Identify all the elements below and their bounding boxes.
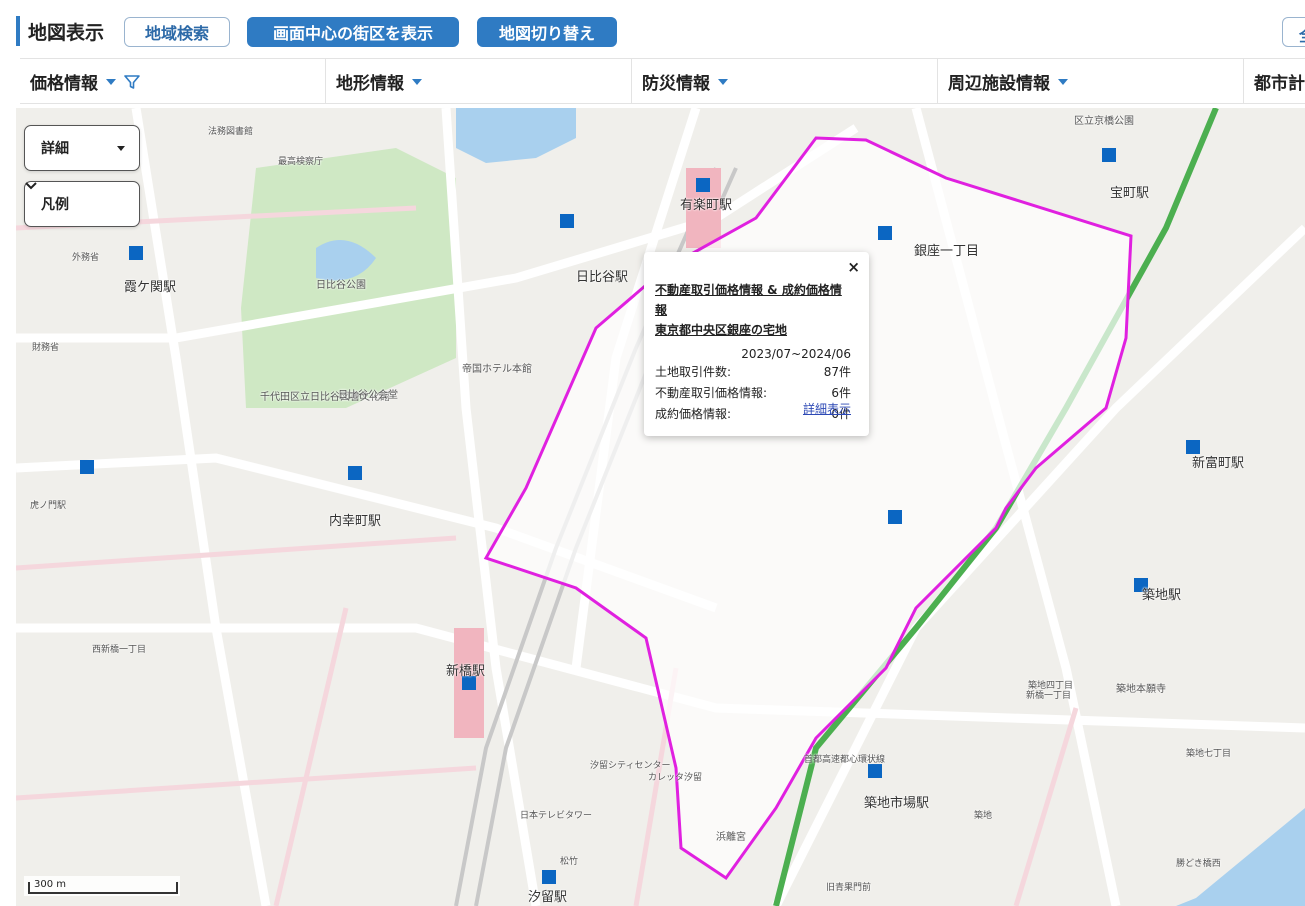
area-label: 区立京橋公園 xyxy=(1074,116,1134,127)
close-icon[interactable]: × xyxy=(847,258,860,276)
row-value: 87件 xyxy=(823,365,851,379)
title-bar: 地図表示 地域検索 画面中心の街区を表示 地図切り替え 全 xyxy=(0,0,1305,58)
place-label: 外務省 xyxy=(72,253,100,263)
station-marker-icon[interactable] xyxy=(560,214,574,228)
filter-icon[interactable] xyxy=(124,74,140,90)
tab-label: 価格情報 xyxy=(30,74,98,94)
place-label: 築地四丁目 xyxy=(1028,681,1074,691)
map-scale: 300 m xyxy=(24,876,180,896)
scale-label: 300 m xyxy=(34,879,67,890)
tab-label: 周辺施設情報 xyxy=(948,74,1050,94)
tab-label: 防災情報 xyxy=(642,74,710,94)
page-title: 地図表示 xyxy=(28,22,105,44)
detail-select[interactable]: 詳細 xyxy=(24,125,140,171)
legend-select-label: 凡例 xyxy=(41,197,69,213)
station-marker-icon[interactable] xyxy=(542,870,556,884)
station-marker-icon[interactable] xyxy=(1102,148,1116,162)
caret-down-icon xyxy=(412,78,422,85)
caret-down-icon xyxy=(718,78,728,85)
station-marker-icon[interactable] xyxy=(348,466,362,480)
tab-terrain-info[interactable]: 地形情報 xyxy=(326,59,632,104)
caret-down-icon xyxy=(117,145,125,151)
area-label: 日比谷公会堂 xyxy=(338,390,398,401)
station-label: 有楽町駅 xyxy=(680,198,733,213)
place-label: 日本テレビタワー xyxy=(520,811,593,821)
popup-title-line2[interactable]: 東京都中央区銀座の宅地 xyxy=(655,320,851,340)
detail-select-label: 詳細 xyxy=(41,141,69,157)
map-canvas[interactable]: 有楽町駅新橋駅汐留駅 日比谷駅内幸町駅 霞ケ関駅 宝町駅築地駅 新富町駅築地市場駅 銀座一… xyxy=(16,108,1305,906)
area-label: 浜離宮 xyxy=(716,832,746,843)
popup-title-line1[interactable]: 不動産取引価格情報 & 成約価格情報 xyxy=(655,280,851,320)
caret-down-icon xyxy=(1058,78,1068,85)
popup-period: 2023/07~2024/06 xyxy=(741,347,851,361)
detail-link[interactable]: 詳細表示 xyxy=(803,400,851,417)
place-label: 旧青果門前 xyxy=(826,883,872,893)
station-marker-icon[interactable] xyxy=(696,178,710,192)
place-label: 築地七丁目 xyxy=(1186,749,1232,759)
chevron-down-icon xyxy=(25,182,37,190)
scale-bar xyxy=(28,892,178,894)
legend-select[interactable]: 凡例 xyxy=(24,181,140,227)
place-label: 財務省 xyxy=(32,343,60,353)
station-label: 汐留駅 xyxy=(528,890,568,905)
station-marker-icon[interactable] xyxy=(868,764,882,778)
station-marker-icon[interactable] xyxy=(878,226,892,240)
place-label: 勝どき橋西 xyxy=(1176,859,1221,869)
category-tabs: 価格情報 地形情報 防災情報 周辺施設情報 都市計 xyxy=(20,58,1305,104)
place-label: カレッタ汐留 xyxy=(648,773,703,783)
overflow-button[interactable]: 全 xyxy=(1282,17,1305,47)
place-label: 法務図書館 xyxy=(208,127,254,137)
row-label: 土地取引件数: xyxy=(655,365,732,379)
tab-disaster-info[interactable]: 防災情報 xyxy=(632,59,938,104)
title-accent-bar xyxy=(16,16,20,46)
station-label: 日比谷駅 xyxy=(576,270,629,285)
tab-label: 都市計 xyxy=(1254,74,1305,94)
tab-label: 地形情報 xyxy=(336,74,404,94)
area-label: 築地本願寺 xyxy=(1116,684,1166,695)
station-label: 築地市場駅 xyxy=(864,796,930,811)
switch-map-button[interactable]: 地図切り替え xyxy=(477,17,617,47)
place-label: 虎ノ門駅 xyxy=(30,501,67,511)
price-info-popup: × 不動産取引価格情報 & 成約価格情報 東京都中央区銀座の宅地 2023/07… xyxy=(644,252,869,436)
place-label: 最高検察庁 xyxy=(278,157,324,167)
moat-water xyxy=(456,108,576,163)
row-label: 成約価格情報: xyxy=(655,407,732,421)
station-label: 新富町駅 xyxy=(1192,456,1245,471)
tab-urban-planning[interactable]: 都市計 xyxy=(1244,59,1305,104)
area-label: 帝国ホテル本館 xyxy=(462,364,532,375)
station-label: 宝町駅 xyxy=(1110,186,1150,201)
station-label: 銀座一丁目 xyxy=(914,244,980,259)
station-marker-icon[interactable] xyxy=(129,246,143,260)
station-marker-icon[interactable] xyxy=(80,460,94,474)
station-label: 霞ケ関駅 xyxy=(124,280,177,295)
tab-facility-info[interactable]: 周辺施設情報 xyxy=(938,59,1244,104)
row-label: 不動産取引価格情報: xyxy=(655,386,768,400)
area-label: 日比谷公園 xyxy=(316,280,366,291)
place-label: 築地 xyxy=(974,811,993,821)
show-center-block-button[interactable]: 画面中心の街区を表示 xyxy=(247,17,459,47)
place-label: 松竹 xyxy=(560,857,579,867)
station-label: 新橋駅 xyxy=(446,664,486,679)
station-label: 内幸町駅 xyxy=(329,514,382,529)
region-search-button[interactable]: 地域検索 xyxy=(124,17,230,47)
place-label: 首都高速都心環状線 xyxy=(804,755,886,765)
caret-down-icon xyxy=(106,78,116,85)
tab-price-info[interactable]: 価格情報 xyxy=(20,59,326,104)
place-label: 西新橋一丁目 xyxy=(92,645,147,655)
station-label: 築地駅 xyxy=(1142,588,1182,603)
popup-row-land: 土地取引件数: 87件 xyxy=(655,362,851,383)
station-marker-icon[interactable] xyxy=(888,510,902,524)
map-layer[interactable] xyxy=(16,108,1305,906)
